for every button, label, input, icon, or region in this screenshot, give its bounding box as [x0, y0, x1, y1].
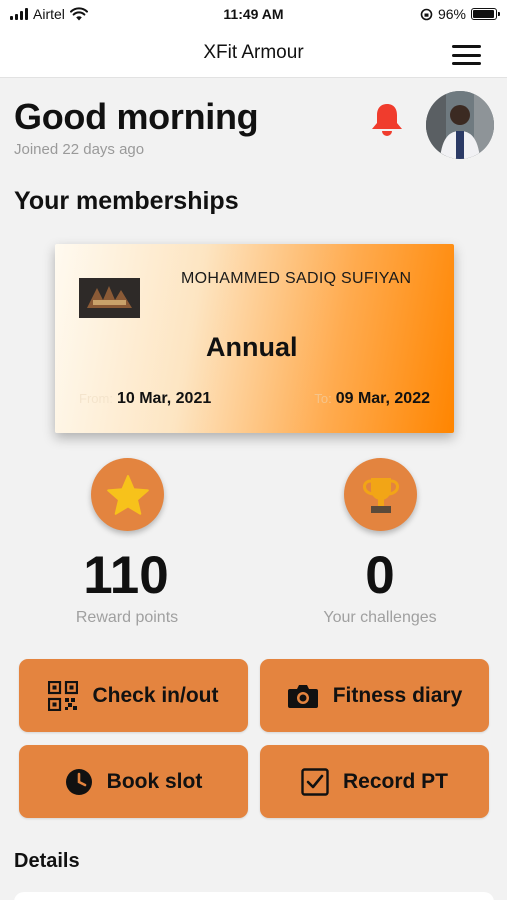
record-pt-button[interactable]: Record PT: [260, 745, 489, 818]
details-card: [14, 892, 494, 900]
reward-points-label: Reward points: [75, 609, 179, 626]
carrier-name: Airtel: [33, 6, 65, 22]
start-date: From: 10 Mar, 2021: [79, 390, 211, 408]
rewards-button[interactable]: [91, 458, 164, 531]
plan-name: Annual: [206, 332, 298, 362]
check-in-out-button[interactable]: Check in/out: [19, 659, 248, 732]
fitness-diary-button[interactable]: Fitness diary: [260, 659, 489, 732]
profile-avatar[interactable]: [426, 91, 494, 159]
end-date: To: 09 Mar, 2022: [314, 390, 430, 408]
challenges-button[interactable]: [344, 458, 417, 531]
member-name: MOHAMMED SADIQ SUFIYAN: [181, 270, 412, 287]
joined-text: Joined 22 days ago: [14, 141, 145, 158]
from-label: From:: [79, 391, 113, 406]
trophy-icon: [362, 477, 399, 513]
to-label: To:: [314, 391, 332, 406]
record-pt-label: Record PT: [342, 769, 449, 793]
qr-code-icon: [48, 680, 79, 711]
reward-points-value: 110: [83, 546, 169, 605]
book-slot-label: Book slot: [106, 769, 203, 793]
camera-icon: [287, 684, 318, 708]
bell-icon[interactable]: [370, 102, 404, 138]
fitness-diary-label: Fitness diary: [332, 683, 463, 707]
to-date: 09 Mar, 2022: [335, 390, 430, 407]
details-heading: Details: [14, 850, 80, 872]
challenges-value: 0: [365, 546, 395, 605]
challenges-label: Your challenges: [323, 609, 437, 626]
battery-icon: [471, 8, 500, 20]
hamburger-menu-icon[interactable]: [452, 45, 481, 65]
from-date: 10 Mar, 2021: [116, 390, 212, 407]
status-right: 96%: [337, 6, 500, 22]
battery-percentage: 96%: [437, 6, 466, 22]
star-icon: [106, 474, 149, 515]
check-in-out-label: Check in/out: [92, 683, 219, 707]
clock-icon: [65, 768, 92, 795]
wifi-icon: [69, 7, 88, 21]
memberships-heading: Your memberships: [14, 187, 239, 215]
checkbox-icon: [301, 767, 329, 796]
book-slot-button[interactable]: Book slot: [19, 745, 248, 818]
orientation-lock-icon: [420, 8, 433, 20]
status-left: Airtel: [10, 6, 170, 22]
cellular-signal-icon: [10, 8, 28, 20]
status-time: 11:49 AM: [223, 6, 284, 22]
app-title: XFit Armour: [203, 41, 304, 63]
status-bar: Airtel 11:49 AM 96%: [0, 0, 507, 28]
greeting-title: Good morning: [14, 96, 259, 137]
membership-card[interactable]: MOHAMMED SADIQ SUFIYAN Annual From: 10 Ma…: [55, 244, 454, 433]
gym-logo: [79, 278, 140, 318]
nav-bar: XFit Armour: [0, 28, 507, 78]
user-photo: [426, 91, 494, 159]
